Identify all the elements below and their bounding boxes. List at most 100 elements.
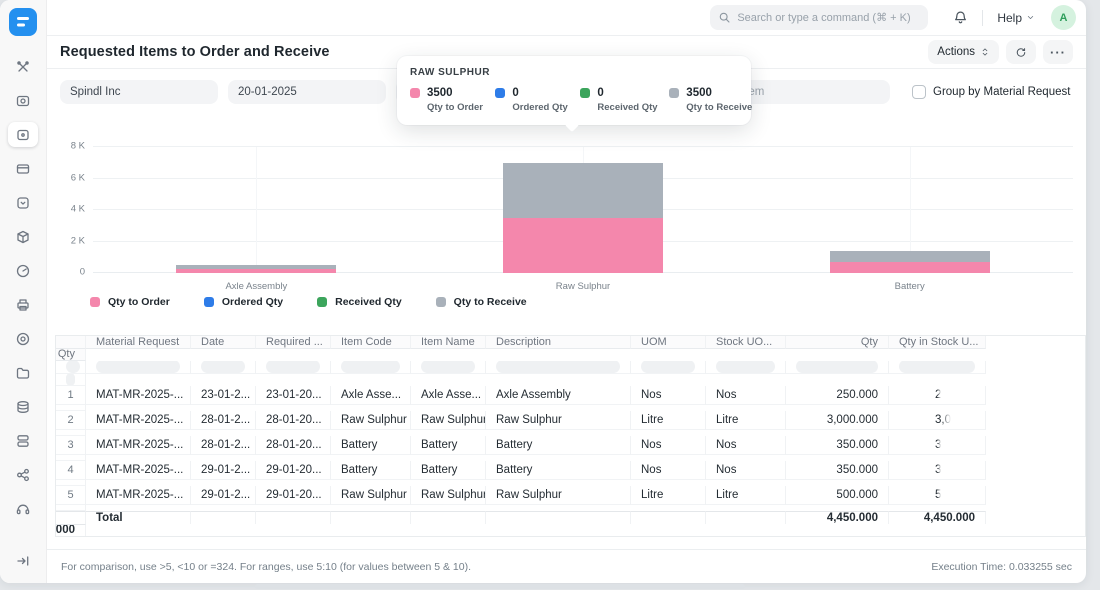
bar-segment-qty-to-receive[interactable] [176, 265, 336, 269]
refresh-button[interactable] [1006, 40, 1036, 64]
column-header[interactable]: Stock UO... [706, 336, 786, 349]
company-filter[interactable] [60, 80, 218, 104]
table-row: 3MAT-MR-2025-...28-01-2...28-01-20...Bat… [56, 436, 1085, 461]
column-header[interactable]: Date [191, 336, 256, 349]
table-total-row: Total4,450.0004,450.0000.000 [56, 511, 1085, 536]
column-filter-input[interactable] [631, 361, 706, 374]
connections-icon[interactable] [8, 462, 38, 487]
tooltip-value: 3500 [427, 87, 453, 99]
column-filter-input[interactable] [56, 374, 86, 387]
notifications-button[interactable] [946, 5, 974, 31]
bar-segment-qty-to-order[interactable] [830, 262, 990, 273]
tooltip-label: Qty to Order [427, 102, 470, 113]
topbar-divider [982, 10, 983, 26]
row-index: 2 [56, 411, 86, 430]
cell-date: 29-01-2... [191, 461, 256, 480]
payments-icon[interactable] [8, 156, 38, 181]
cell-item-name: Battery [411, 461, 486, 480]
column-header[interactable]: Item Name [411, 336, 486, 349]
cell-stock-uom: Litre [706, 486, 786, 505]
cell-date: 23-01-2... [191, 386, 256, 405]
legend-item: Received Qty [317, 296, 402, 308]
bar-segment-qty-to-receive[interactable] [503, 163, 663, 218]
cell-qty-in-stock: 5 [889, 486, 986, 505]
search-icon [718, 11, 731, 24]
column-filter-input[interactable] [786, 361, 889, 374]
assets-icon[interactable] [8, 394, 38, 419]
bar-segment-qty-to-receive[interactable] [830, 251, 990, 262]
total-empty-cell [191, 511, 256, 524]
user-avatar[interactable]: A [1051, 5, 1076, 30]
manufacturing-icon[interactable] [8, 292, 38, 317]
helpdesk-icon[interactable] [8, 496, 38, 521]
actions-label: Actions [937, 46, 975, 58]
column-filter-input[interactable] [411, 361, 486, 374]
y-axis-tick: 8 K [71, 141, 85, 152]
tools-icon[interactable] [8, 54, 38, 79]
global-search[interactable] [710, 5, 928, 30]
cell-item-code: Battery [331, 436, 411, 455]
quality-icon[interactable] [8, 258, 38, 283]
stock-icon[interactable] [8, 224, 38, 249]
topbar: Help A [47, 0, 1086, 36]
row-index: 3 [56, 436, 86, 455]
total-empty-cell [256, 511, 331, 524]
column-header[interactable]: UOM [631, 336, 706, 349]
column-filter-input[interactable] [486, 361, 631, 374]
table-row: 2MAT-MR-2025-...28-01-2...28-01-20...Raw… [56, 411, 1085, 436]
menu-button[interactable] [1043, 40, 1073, 64]
column-header[interactable] [56, 336, 86, 349]
tooltip-value: 0 [597, 87, 603, 99]
item-filter[interactable] [732, 80, 890, 104]
support-portal-icon[interactable] [8, 326, 38, 351]
from-date-filter[interactable] [228, 80, 386, 104]
home-icon[interactable] [8, 122, 38, 147]
x-axis-label: Battery [895, 281, 925, 292]
column-header[interactable]: Item Code [331, 336, 411, 349]
column-header[interactable]: Qty in Stock U... [889, 336, 986, 349]
cell-uom: Nos [631, 461, 706, 480]
group-by-material-request[interactable]: Group by Material Request [912, 85, 1070, 99]
group-by-checkbox[interactable] [912, 85, 926, 99]
cell-item-code: Raw Sulphur [331, 411, 411, 430]
search-input[interactable] [737, 12, 920, 24]
column-filter-input[interactable] [86, 361, 191, 374]
column-header[interactable]: Required ... [256, 336, 331, 349]
column-header[interactable]: Material Request [86, 336, 191, 349]
column-header[interactable]: Qty [786, 336, 889, 349]
cell-item-name: Axle Asse... [411, 386, 486, 405]
integrations-icon[interactable] [8, 88, 38, 113]
cell-date: 29-01-2... [191, 486, 256, 505]
cell-qty: 350.000 [786, 461, 889, 480]
cell-qty: 350.000 [786, 436, 889, 455]
column-filter-input[interactable] [889, 361, 986, 374]
help-menu[interactable]: Help [991, 7, 1041, 29]
bar-segment-qty-to-order[interactable] [176, 269, 336, 273]
collapse-sidebar-icon[interactable] [8, 548, 38, 573]
buying-icon[interactable] [8, 190, 38, 215]
chart-tooltip: RAW SULPHUR 3500Qty to Order0Ordered Qty… [397, 56, 751, 125]
cell-material-request: MAT-MR-2025-... [86, 386, 191, 405]
cell-required-date: 29-01-20... [256, 461, 331, 480]
column-filter-input[interactable] [56, 361, 86, 374]
actions-button[interactable]: Actions [928, 40, 999, 64]
y-axis-tick: 6 K [71, 172, 85, 183]
payroll-icon[interactable] [8, 428, 38, 453]
projects-icon[interactable] [8, 360, 38, 385]
bar-segment-qty-to-order[interactable] [503, 218, 663, 273]
column-filter-input[interactable] [256, 361, 331, 374]
column-header[interactable]: Description [486, 336, 631, 349]
app-logo-icon[interactable] [9, 8, 37, 36]
bell-icon [953, 10, 968, 25]
column-header[interactable]: Ordered Qty [56, 349, 86, 362]
tooltip-label: Qty to Receive [686, 102, 738, 113]
row-index: 1 [56, 386, 86, 405]
horizontal-scrollbar[interactable] [255, 584, 745, 589]
total-empty-cell [486, 511, 631, 524]
column-filter-input[interactable] [331, 361, 411, 374]
cell-description: Raw Sulphur [486, 411, 631, 430]
column-filter-input[interactable] [706, 361, 786, 374]
column-filter-input[interactable] [191, 361, 256, 374]
table-filter-row [56, 361, 1085, 386]
legend-label: Received Qty [335, 296, 402, 308]
